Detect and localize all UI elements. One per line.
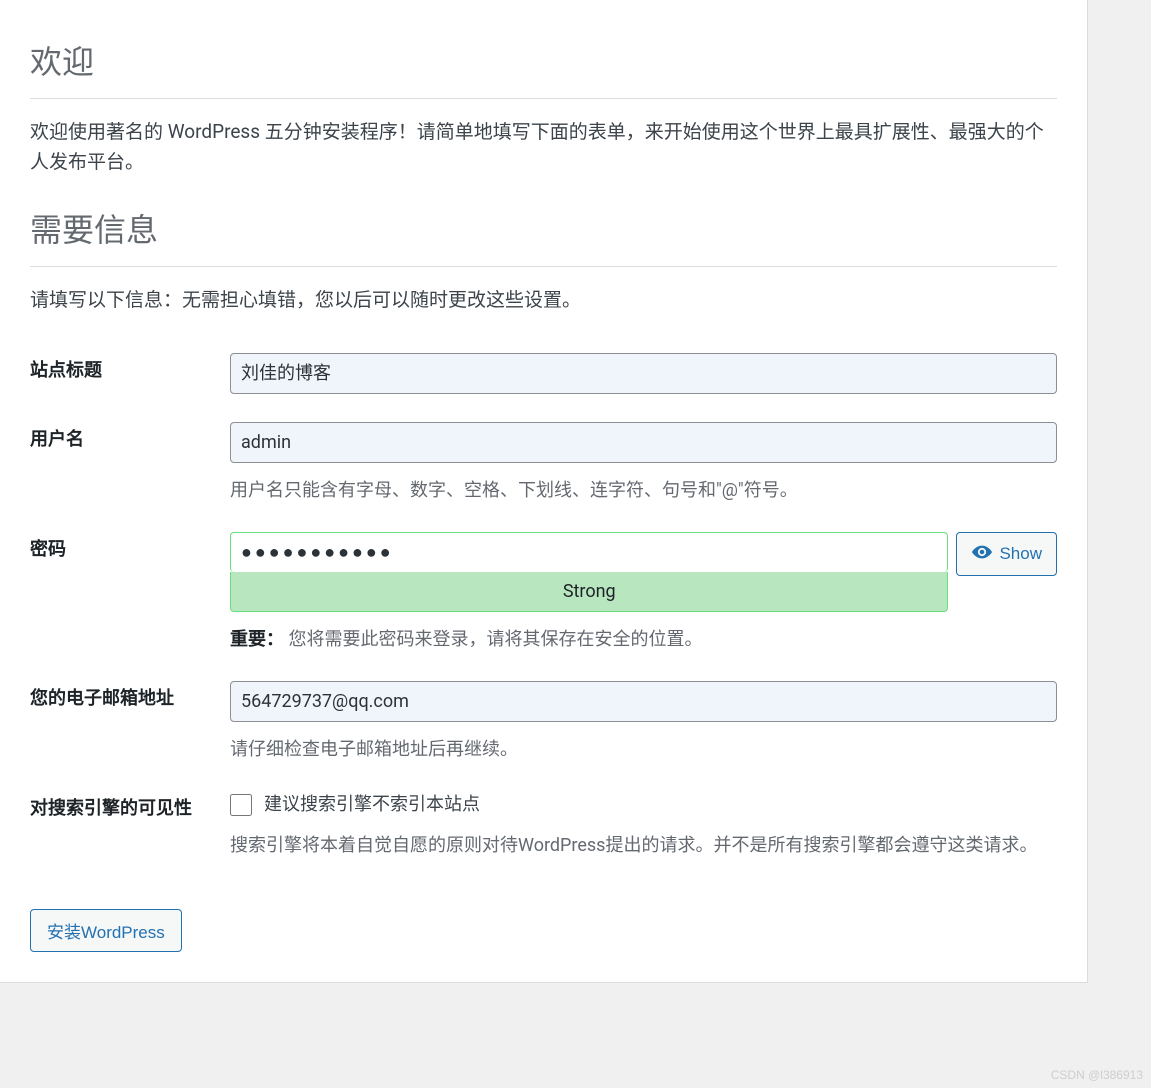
welcome-intro-text: 欢迎使用著名的 WordPress 五分钟安装程序！请简单地填写下面的表单，来开…: [30, 117, 1057, 178]
info-intro-text: 请填写以下信息：无需担心填错，您以后可以随时更改这些设置。: [30, 285, 1057, 315]
username-label: 用户名: [30, 408, 230, 518]
email-label: 您的电子邮箱地址: [30, 667, 230, 777]
email-hint: 请仔细检查电子邮箱地址后再继续。: [230, 736, 1057, 763]
search-visibility-checkbox[interactable]: [230, 794, 252, 816]
search-visibility-checkbox-label: 建议搜索引擎不索引本站点: [264, 791, 480, 818]
email-input[interactable]: [230, 681, 1057, 722]
watermark-text: CSDN @l386913: [1051, 1066, 1143, 1084]
password-important-note: 重要： 您将需要此密码来登录，请将其保存在安全的位置。: [230, 626, 1057, 653]
username-input[interactable]: [230, 422, 1057, 463]
site-title-label: 站点标题: [30, 339, 230, 408]
password-strength-meter: Strong: [230, 572, 948, 612]
show-password-label: Show: [999, 544, 1042, 564]
important-text: 您将需要此密码来登录，请将其保存在安全的位置。: [288, 629, 702, 650]
eye-icon: [971, 541, 993, 568]
password-label: 密码: [30, 518, 230, 667]
search-visibility-hint: 搜索引擎将本着自觉自愿的原则对待WordPress提出的请求。并不是所有搜索引擎…: [230, 832, 1057, 859]
welcome-heading: 欢迎: [30, 38, 1057, 99]
install-panel: 欢迎 欢迎使用著名的 WordPress 五分钟安装程序！请简单地填写下面的表单…: [0, 0, 1088, 983]
info-needed-heading: 需要信息: [30, 206, 1057, 267]
password-input[interactable]: [230, 532, 948, 572]
install-form-table: 站点标题 用户名 用户名只能含有字母、数字、空格、下划线、连字符、句号和"@"符…: [30, 339, 1057, 873]
username-hint: 用户名只能含有字母、数字、空格、下划线、连字符、句号和"@"符号。: [230, 477, 1057, 504]
show-password-button[interactable]: Show: [956, 532, 1057, 576]
site-title-input[interactable]: [230, 353, 1057, 394]
install-wordpress-button[interactable]: 安装WordPress: [30, 909, 182, 952]
important-label: 重要：: [230, 629, 284, 650]
search-visibility-label: 对搜索引擎的可见性: [30, 777, 230, 873]
